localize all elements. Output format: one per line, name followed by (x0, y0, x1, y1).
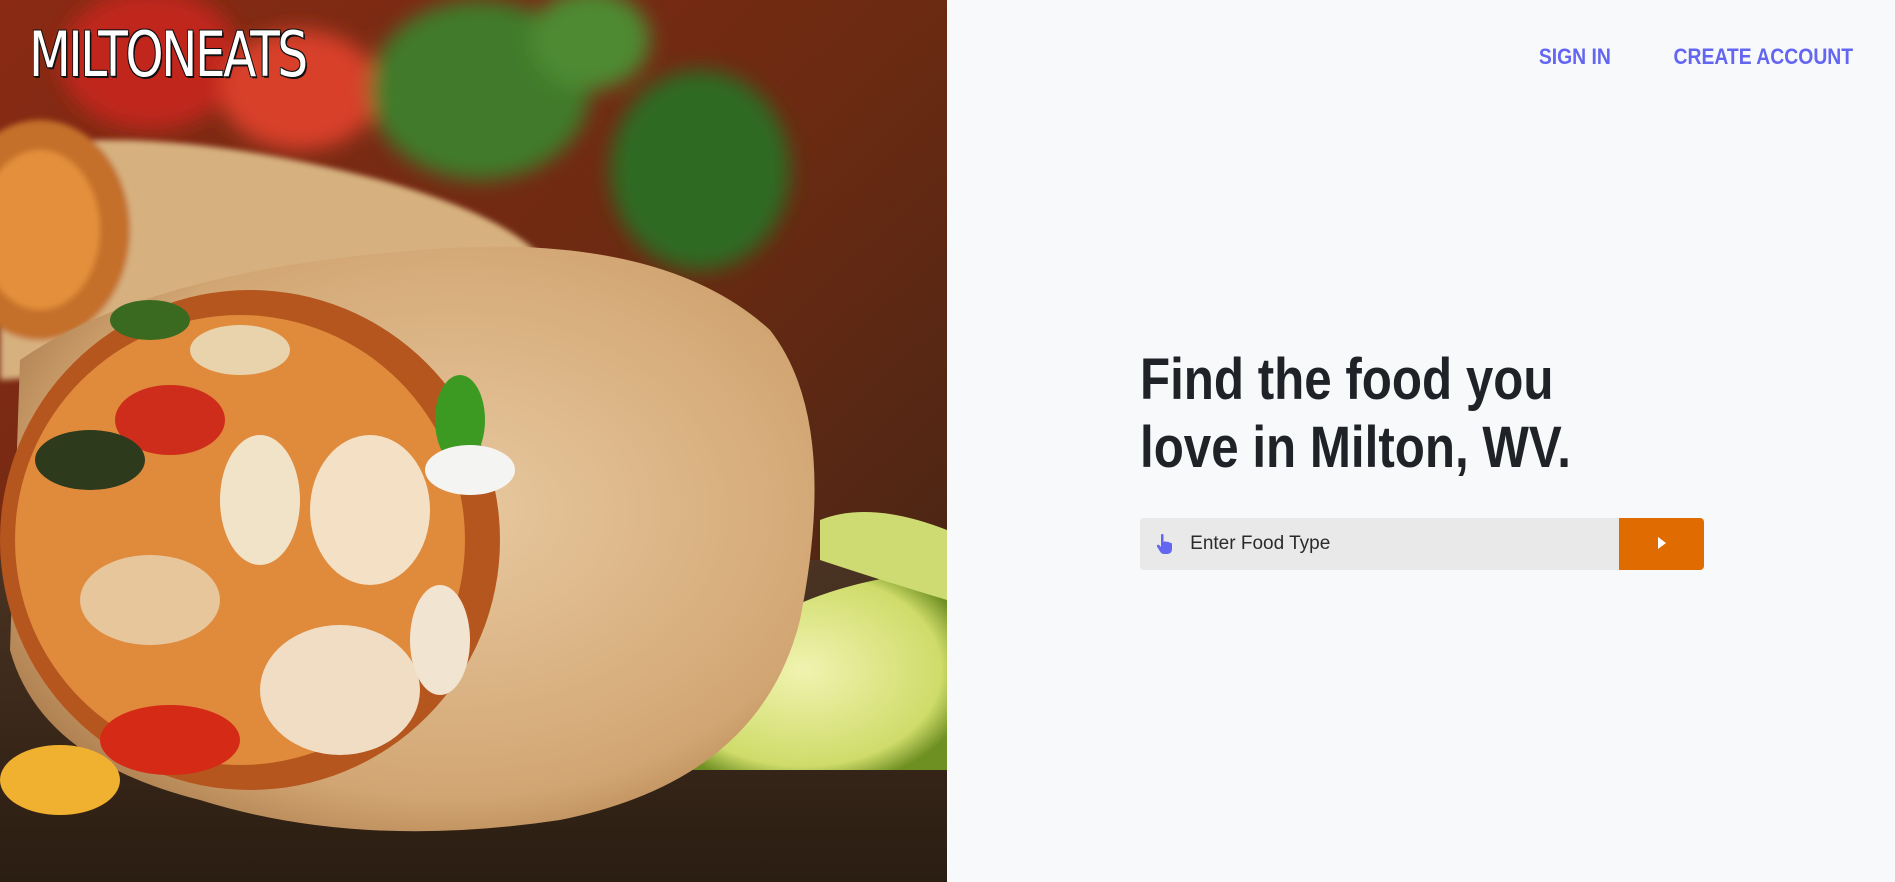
brand-logo[interactable]: MILTONEATS (29, 18, 308, 92)
sign-in-link[interactable]: SIGN IN (1539, 44, 1611, 70)
hero-image-panel: MILTONEATS (0, 0, 947, 882)
food-type-input[interactable] (1190, 518, 1619, 570)
food-search-bar (1140, 518, 1704, 570)
content-panel: SIGN IN CREATE ACCOUNT Find the food you… (947, 0, 1895, 882)
play-arrow-icon (1657, 536, 1667, 552)
pointing-hand-icon (1140, 533, 1190, 555)
search-submit-button[interactable] (1619, 518, 1704, 570)
top-nav: SIGN IN CREATE ACCOUNT (1529, 44, 1853, 70)
burrito-photo (0, 0, 947, 882)
search-field-wrapper (1140, 518, 1619, 570)
landing-page: MILTONEATS SIGN IN CREATE ACCOUNT Find t… (0, 0, 1895, 882)
create-account-link[interactable]: CREATE ACCOUNT (1673, 44, 1853, 70)
hero-headline: Find the food you love in Milton, WV. (1140, 347, 1571, 480)
